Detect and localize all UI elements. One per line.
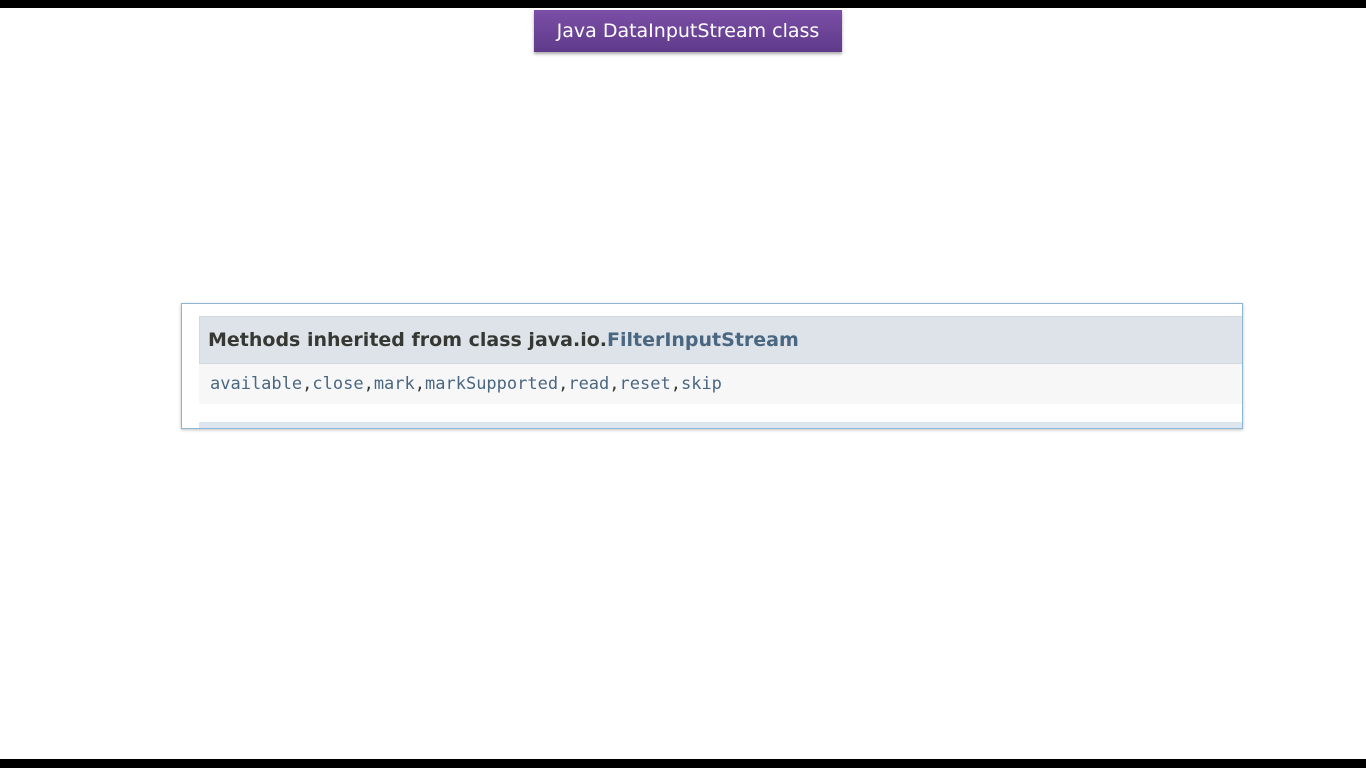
filterinputstream-link[interactable]: FilterInputStream — [607, 329, 799, 351]
table-bottom-border — [199, 422, 1242, 428]
separator: , — [302, 374, 313, 394]
separator: , — [363, 374, 374, 394]
separator: , — [609, 374, 620, 394]
javadoc-screenshot: Methods inherited from class java.io. Fil… — [181, 303, 1243, 429]
method-link-mark[interactable]: mark — [374, 374, 415, 394]
method-link-read[interactable]: read — [568, 374, 609, 394]
method-link-available[interactable]: available — [210, 374, 302, 394]
inherited-methods-heading: Methods inherited from class java.io. Fil… — [199, 316, 1242, 364]
bottom-black-bar — [0, 759, 1366, 768]
separator: , — [558, 374, 569, 394]
slide: Java DataInputStream class Methods inher… — [0, 0, 1366, 768]
method-link-close[interactable]: close — [312, 374, 363, 394]
method-link-skip[interactable]: skip — [681, 374, 722, 394]
method-link-marksupported[interactable]: markSupported — [425, 374, 558, 394]
method-link-reset[interactable]: reset — [620, 374, 671, 394]
slide-title-text: Java DataInputStream class — [556, 20, 820, 42]
heading-prefix: Methods inherited from class java.io. — [208, 329, 607, 351]
separator: , — [414, 374, 426, 394]
slide-title: Java DataInputStream class — [534, 10, 842, 52]
inherited-methods-list: available, close, mark, markSupported, r… — [199, 364, 1242, 404]
top-black-bar — [0, 0, 1366, 8]
separator: , — [670, 374, 681, 394]
